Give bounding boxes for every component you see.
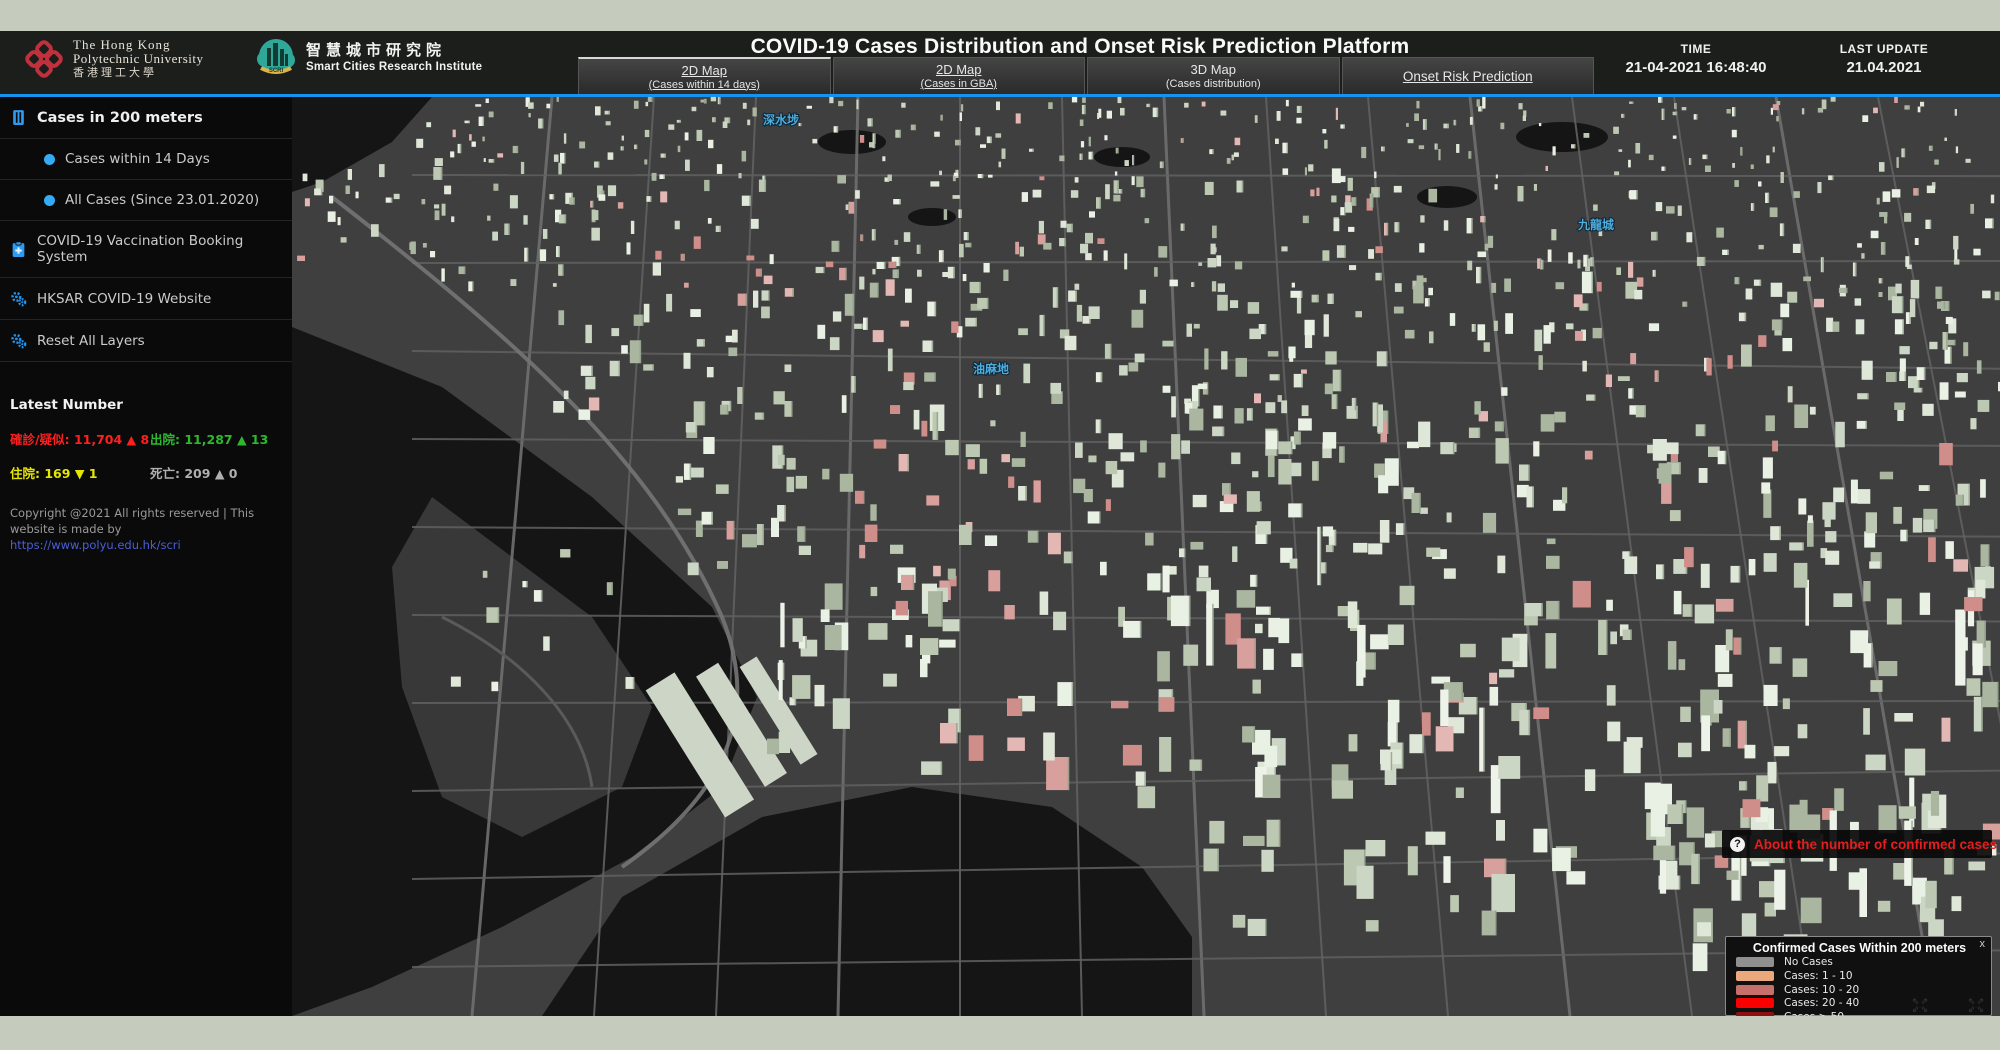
- polyu-name-cn: 香港理工大學: [73, 66, 204, 80]
- tab-sublabel: (Cases within 14 days): [649, 79, 760, 91]
- last-update-display: LAST UPDATE 21.04.2021: [1796, 42, 1972, 76]
- sidebar-item-label: All Cases (Since 23.01.2020): [65, 192, 259, 208]
- about-confirmed-cases-button[interactable]: ? About the number of confirmed cases: [1722, 830, 1992, 858]
- polyu-logo-icon: [24, 37, 64, 81]
- map-place-label: 油麻地: [973, 361, 1009, 376]
- polyu-logo-block[interactable]: The Hong Kong Polytechnic University 香港理…: [24, 37, 204, 81]
- latest-number-title: Latest Number: [10, 397, 282, 413]
- legend-label: Cases > 50: [1784, 1011, 1844, 1016]
- polyu-name: The Hong Kong Polytechnic University 香港理…: [73, 38, 204, 80]
- tab-bar: 2D Map (Cases within 14 days) 2D Map (Ca…: [578, 57, 1594, 94]
- legend-swatch-50plus: [1736, 1012, 1774, 1016]
- sidebar-item-vaccination-booking[interactable]: COVID-19 Vaccination Booking System: [0, 221, 292, 278]
- map-3d-view[interactable]: 深水埗九龍城油麻地: [292, 97, 2000, 1016]
- tab-label: 3D Map: [1190, 62, 1236, 77]
- sidebar-item-label: Cases within 14 Days: [65, 151, 210, 167]
- app-window: The Hong Kong Polytechnic University 香港理…: [0, 31, 2000, 1016]
- sidebar-item-reset-layers[interactable]: Reset All Layers: [0, 320, 292, 362]
- legend-label: Cases: 1 - 10: [1784, 970, 1853, 982]
- latest-number-panel: Latest Number 確診/疑似: 11,704 ▲ 8 出院: 11,2…: [10, 397, 282, 482]
- tab-2d-map-14days[interactable]: 2D Map (Cases within 14 days): [578, 57, 831, 94]
- desktop-background: The Hong Kong Polytechnic University 香港理…: [0, 0, 2000, 1050]
- expand-arrows-icon[interactable]: ⇖⇗⇙⇘: [1912, 997, 1929, 1013]
- svg-text:SCRI: SCRI: [269, 68, 284, 74]
- tab-2d-map-gba[interactable]: 2D Map (Cases in GBA): [833, 57, 1086, 94]
- legend-swatch-20-40: [1736, 998, 1774, 1008]
- stat-deaths: 死亡: 209 ▲ 0: [150, 463, 282, 482]
- copyright-text: Copyright @2021 All rights reserved | Th…: [10, 505, 270, 553]
- gears-icon: [10, 290, 27, 307]
- tab-label: 2D Map: [681, 63, 727, 78]
- copyright-line2: website is made by: [10, 521, 270, 537]
- legend-close-icon[interactable]: x: [1980, 938, 1986, 950]
- sidebar-item-label: Reset All Layers: [37, 333, 145, 349]
- bullet-icon: [44, 195, 55, 206]
- scri-logo-icon: SCRI: [255, 36, 297, 82]
- time-label: TIME: [1612, 42, 1780, 56]
- sidebar-section-label: Cases in 200 meters: [37, 110, 203, 126]
- sidebar: Cases in 200 meters Cases within 14 Days…: [0, 97, 292, 1016]
- sidebar-section-cases-200m[interactable]: Cases in 200 meters: [0, 97, 292, 139]
- legend-row: Cases: 20 - 40: [1736, 997, 1983, 1009]
- scri-name: 智慧城市研究院 Smart Cities Research Institute: [306, 43, 482, 75]
- stat-discharged: 出院: 11,287 ▲ 13: [150, 429, 282, 448]
- scri-name-cn: 智慧城市研究院: [306, 43, 482, 59]
- last-update-label: LAST UPDATE: [1796, 42, 1972, 56]
- legend-row: Cases: 1 - 10: [1736, 970, 1983, 982]
- header-bar: The Hong Kong Polytechnic University 香港理…: [0, 31, 2000, 94]
- expand-arrows-icon[interactable]: ⇖⇗⇙⇘: [1968, 997, 1985, 1013]
- about-label: About the number of confirmed cases: [1754, 837, 1997, 852]
- legend-label: Cases: 20 - 40: [1784, 997, 1859, 1009]
- legend-label: Cases: 10 - 20: [1784, 984, 1859, 996]
- map-place-label: 九龍城: [1577, 217, 1614, 232]
- legend-swatch-10-20: [1736, 985, 1774, 995]
- clipboard-icon: [10, 241, 27, 258]
- sidebar-item-label: COVID-19 Vaccination Booking System: [37, 233, 282, 265]
- sidebar-item-hksar-website[interactable]: HKSAR COVID-19 Website: [0, 278, 292, 320]
- copyright-line1: Copyright @2021 All rights reserved | Th…: [10, 505, 270, 521]
- legend-row: Cases: 10 - 20: [1736, 983, 1983, 995]
- map-place-label: 深水埗: [763, 112, 799, 127]
- page-title: COVID-19 Cases Distribution and Onset Ri…: [640, 35, 1520, 59]
- tab-3d-map-distribution[interactable]: 3D Map (Cases distribution): [1087, 57, 1340, 94]
- tab-label: 2D Map: [936, 62, 982, 77]
- bullet-icon: [44, 154, 55, 165]
- legend-label: No Cases: [1784, 956, 1833, 968]
- gears-icon: [10, 332, 27, 349]
- stats-grid: 確診/疑似: 11,704 ▲ 8 出院: 11,287 ▲ 13 住院: 16…: [10, 429, 282, 482]
- legend-swatch-no-cases: [1736, 957, 1774, 967]
- copyright-link[interactable]: https://www.polyu.edu.hk/scri: [10, 537, 270, 553]
- legend-title: Confirmed Cases Within 200 meters: [1736, 941, 1983, 955]
- tab-sublabel: (Cases in GBA): [921, 78, 997, 90]
- question-icon: ?: [1730, 837, 1745, 852]
- last-update-value: 21.04.2021: [1796, 59, 1972, 76]
- tab-sublabel: (Cases distribution): [1166, 78, 1261, 90]
- legend-panel: Confirmed Cases Within 200 meters x No C…: [1725, 936, 1992, 1016]
- sidebar-item-label: HKSAR COVID-19 Website: [37, 291, 211, 307]
- legend-swatch-1-10: [1736, 971, 1774, 981]
- time-display: TIME 21-04-2021 16:48:40: [1612, 42, 1780, 76]
- polyu-name-line2: Polytechnic University: [73, 52, 204, 66]
- time-value: 21-04-2021 16:48:40: [1612, 59, 1780, 76]
- stat-hospitalized: 住院: 169 ▼ 1: [10, 463, 150, 482]
- building-icon: [10, 109, 27, 126]
- stat-confirmed: 確診/疑似: 11,704 ▲ 8: [10, 429, 150, 448]
- sidebar-item-cases-14days[interactable]: Cases within 14 Days: [0, 139, 292, 180]
- scri-name-en: Smart Cities Research Institute: [306, 59, 482, 75]
- map-viewport: 深水埗九龍城油麻地 ? About the number of confirme…: [292, 97, 2000, 1016]
- legend-row: No Cases: [1736, 956, 1983, 968]
- sidebar-item-all-cases[interactable]: All Cases (Since 23.01.2020): [0, 180, 292, 221]
- tab-onset-risk-prediction[interactable]: Onset Risk Prediction: [1342, 57, 1595, 94]
- polyu-name-line1: The Hong Kong: [73, 38, 204, 52]
- legend-row: Cases > 50: [1736, 1011, 1983, 1017]
- scri-logo-block[interactable]: SCRI 智慧城市研究院 Smart Cities Research Insti…: [255, 36, 482, 82]
- tab-label: Onset Risk Prediction: [1403, 69, 1533, 84]
